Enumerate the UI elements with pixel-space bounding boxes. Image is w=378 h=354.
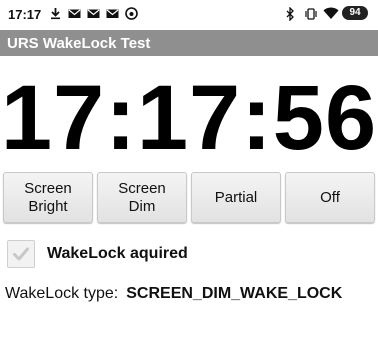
download-icon <box>49 7 62 20</box>
wifi-icon <box>323 7 339 20</box>
mail-icon <box>106 7 119 20</box>
screen-bright-label: Screen Bright <box>24 179 72 215</box>
off-label: Off <box>320 188 340 206</box>
vibrate-icon <box>304 7 317 20</box>
screen-dim-button[interactable]: Screen Dim <box>97 172 187 223</box>
system-icons: 94 <box>285 5 368 22</box>
wakelock-type-row: WakeLock type: SCREEN_DIM_WAKE_LOCK <box>5 285 342 303</box>
screen-dim-label: Screen Dim <box>118 179 166 215</box>
wakelock-type-label: WakeLock type: <box>5 285 119 302</box>
screen-bright-button[interactable]: Screen Bright <box>3 172 93 223</box>
notification-icons <box>49 7 138 20</box>
status-bar: 17:17 94 <box>0 0 378 30</box>
bluetooth-icon <box>285 5 298 22</box>
partial-label: Partial <box>214 188 258 206</box>
partial-button[interactable]: Partial <box>191 172 281 223</box>
wakelock-acquired-checkbox[interactable] <box>7 240 35 268</box>
clock-display: 17:17:56 <box>0 67 378 169</box>
mail-icon <box>87 7 100 20</box>
wakelock-mode-buttons: Screen Bright Screen Dim Partial Off <box>3 172 375 223</box>
vodafone-icon <box>125 7 138 20</box>
mail-icon <box>68 7 81 20</box>
app-title: URS WakeLock Test <box>7 35 151 52</box>
wakelock-type-value: SCREEN_DIM_WAKE_LOCK <box>126 285 343 302</box>
status-time: 17:17 <box>8 7 42 22</box>
wakelock-acquired-row: WakeLock aquired <box>7 238 188 270</box>
app-bar: URS WakeLock Test <box>0 30 378 56</box>
battery-icon: 94 <box>342 6 368 20</box>
check-icon <box>13 247 29 261</box>
off-button[interactable]: Off <box>285 172 375 223</box>
wakelock-acquired-label: WakeLock aquired <box>47 245 188 262</box>
